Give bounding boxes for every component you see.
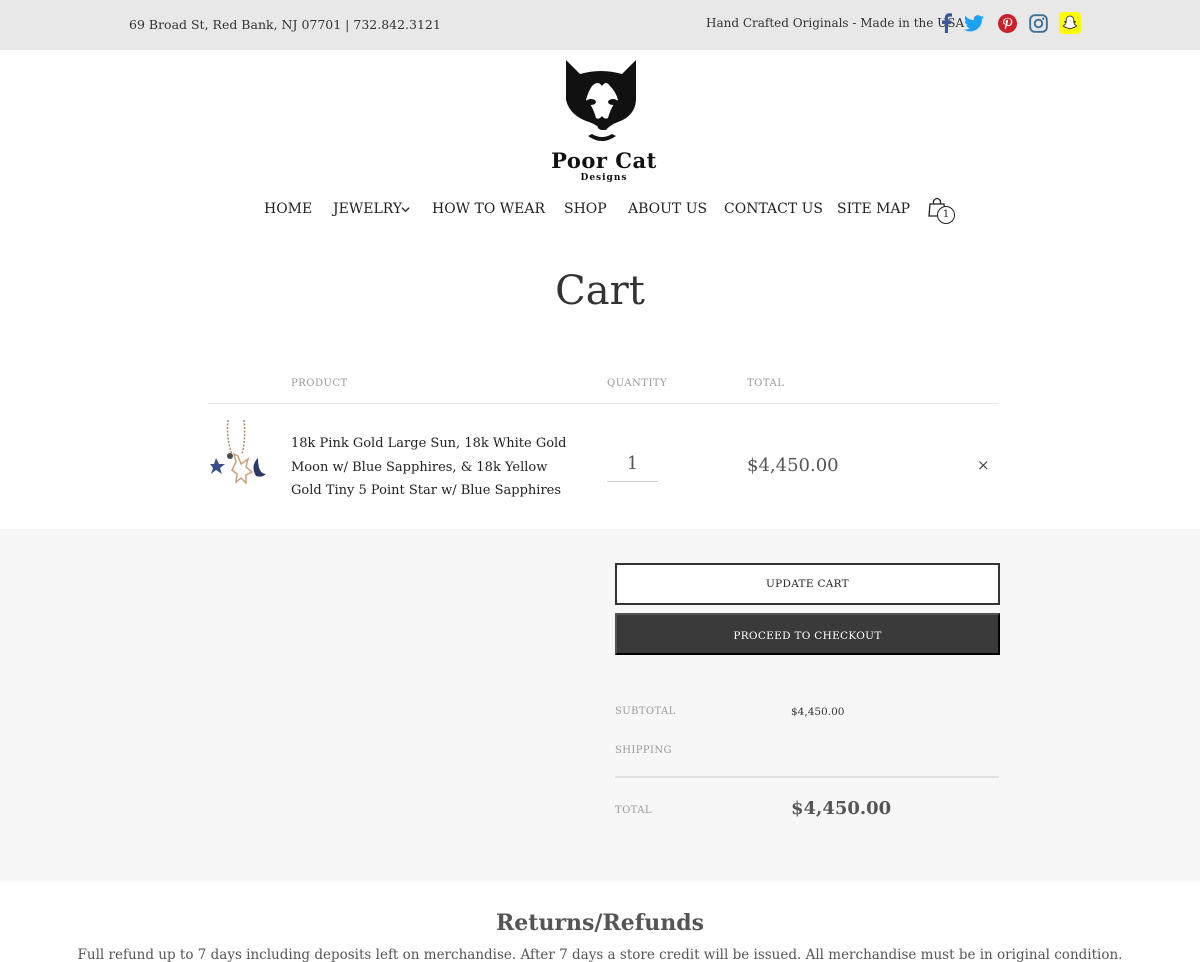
header-quantity: QUANTITY <box>607 378 668 389</box>
page-title: Cart <box>555 268 645 314</box>
tagline: Hand Crafted Originals - Made in the USA <box>706 16 965 30</box>
proceed-to-checkout-button[interactable]: PROCEED TO CHECKOUT <box>615 613 1000 655</box>
nav-home[interactable]: HOME <box>264 201 312 217</box>
total-label: TOTAL <box>615 805 652 816</box>
nav-contact[interactable]: CONTACT US <box>724 201 823 217</box>
cat-logo-icon <box>566 60 636 141</box>
subtotal-value: $4,450.00 <box>791 706 845 718</box>
snapchat-icon[interactable] <box>1059 12 1081 34</box>
line-total: $4,450.00 <box>747 455 839 476</box>
header-product: PRODUCT <box>291 378 348 389</box>
instagram-icon[interactable] <box>1027 12 1049 34</box>
nav-jewelry[interactable]: JEWELRY <box>333 201 402 217</box>
cart-totals-panel <box>0 529 1200 882</box>
store-address: 69 Broad St, Red Bank, NJ 07701 | 732.84… <box>129 17 441 32</box>
nav-about[interactable]: ABOUT US <box>628 201 707 217</box>
top-bar: 69 Broad St, Red Bank, NJ 07701 | 732.84… <box>0 0 1200 50</box>
chevron-down-icon[interactable] <box>401 205 410 214</box>
facebook-icon[interactable] <box>935 12 957 34</box>
total-value: $4,450.00 <box>791 798 892 819</box>
update-cart-button[interactable]: UPDATE CART <box>615 563 1000 605</box>
brand-subtitle: Designs <box>580 173 628 183</box>
nav-sitemap[interactable]: SITE MAP <box>837 201 910 217</box>
returns-heading: Returns/Refunds <box>496 910 704 936</box>
brand-name: Poor Cat <box>551 148 657 173</box>
shipping-label: SHIPPING <box>615 745 672 756</box>
cart-count-badge: 1 <box>937 206 955 224</box>
table-divider <box>208 403 999 404</box>
subtotal-label: SUBTOTAL <box>615 706 676 717</box>
pinterest-icon[interactable] <box>996 12 1018 34</box>
nav-shop[interactable]: SHOP <box>564 201 607 217</box>
nav-how-to-wear[interactable]: HOW TO WEAR <box>432 201 545 217</box>
header-total: TOTAL <box>747 378 785 389</box>
product-name[interactable]: 18k Pink Gold Large Sun, 18k White Gold … <box>291 432 581 503</box>
remove-item-button[interactable]: × <box>977 456 990 474</box>
product-thumbnail[interactable] <box>210 418 268 500</box>
returns-policy-text: Full refund up to 7 days including depos… <box>77 947 1123 962</box>
totals-divider <box>615 776 999 778</box>
twitter-icon[interactable] <box>963 12 985 34</box>
site-logo[interactable]: Poor Cat Designs <box>536 56 672 186</box>
quantity-input[interactable] <box>607 446 658 482</box>
